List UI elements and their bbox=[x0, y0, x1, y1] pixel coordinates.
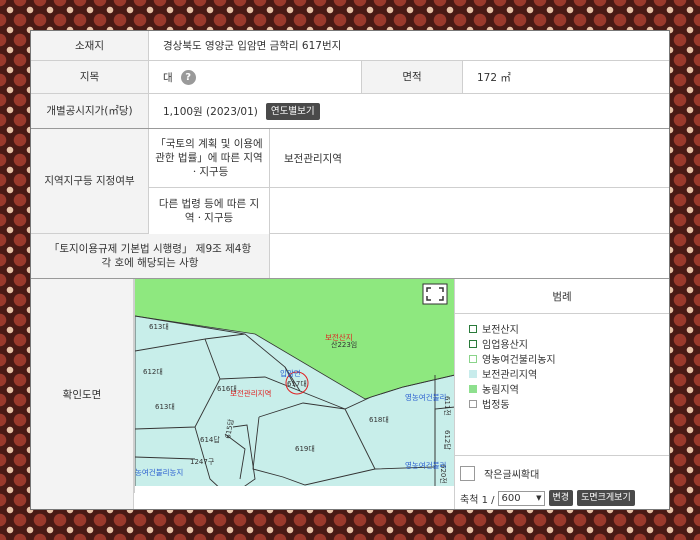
zoning-label: 지역지구등 지정여부 bbox=[31, 129, 149, 233]
jimok-value: 대 bbox=[163, 71, 173, 84]
legend-swatch bbox=[469, 354, 477, 363]
change-scale-button[interactable]: 변경 bbox=[548, 490, 574, 506]
map-bottom-strip bbox=[135, 486, 455, 493]
legend-item: 법정동 bbox=[469, 396, 669, 411]
zoning-sub2-label: 다른 법령 등에 따른 지역ㆍ지구등 bbox=[149, 188, 270, 234]
scale-select[interactable]: 600 ▼ bbox=[497, 490, 545, 506]
map-section-label: 확인도면 bbox=[31, 279, 134, 509]
label-613a: 613대 bbox=[149, 323, 169, 331]
parcel-map-svg: 613대 612대 616대 617대 613대 618대 619대 1247구… bbox=[135, 279, 455, 493]
label-agri-right2: 영농여건불리 bbox=[405, 460, 446, 470]
legend-swatch bbox=[469, 384, 477, 393]
legend-swatch bbox=[469, 324, 477, 333]
help-icon[interactable]: ? bbox=[180, 69, 196, 85]
scale-label: 축척 1 / bbox=[460, 494, 495, 506]
address-row: 소재지 경상북도 영양군 입암면 금학리 617번지 bbox=[31, 31, 669, 61]
legend-title: 범례 bbox=[455, 279, 669, 314]
chevron-down-icon: ▼ bbox=[536, 494, 542, 502]
zoom-text-label: 작은글씨확대 bbox=[484, 470, 540, 481]
legend-swatch bbox=[469, 339, 477, 348]
label-613b: 613대 bbox=[155, 403, 175, 411]
label-agri-right1: 영농여건불리 bbox=[405, 392, 446, 402]
address-label: 소재지 bbox=[31, 31, 149, 60]
legend-panel: 범례 보전산지 임업용산지 영농여건불리농지 보전관리지역 농림지역 법정동 작… bbox=[454, 279, 669, 509]
zoning-row: 지역지구등 지정여부 「국토의 계획 및 이용에 관한 법률」에 따른 지역ㆍ지… bbox=[31, 129, 669, 234]
label-618: 618대 bbox=[369, 416, 389, 424]
zoning-sub1-value: 보전관리지역 bbox=[270, 129, 669, 188]
label-parcel-name: 입암면 bbox=[280, 368, 301, 378]
jimok-value-cell: 대 ? bbox=[149, 61, 361, 93]
address-value: 경상북도 영양군 입암면 금학리 617번지 bbox=[163, 40, 342, 52]
legend-list: 보전산지 임업용산지 영농여건불리농지 보전관리지역 농림지역 법정동 bbox=[455, 314, 669, 411]
jimok-row: 지목 대 ? 면적 172 ㎡ bbox=[31, 61, 669, 94]
label-zone-mgmt: 보전관리지역 bbox=[230, 388, 271, 398]
label-1247: 1247구 bbox=[190, 458, 215, 466]
price-row: 개별공시지가(㎡당) 1,100원 (2023/01) 연도별보기 bbox=[31, 94, 669, 129]
land-use-plan-panel: 소재지 경상북도 영양군 입암면 금학리 617번지 지목 대 ? 면적 172… bbox=[30, 30, 670, 510]
enforcement-row: 「토지이용규제 기본법 시행령」 제9조 제4항 각 호에 해당되는 사항 bbox=[31, 234, 669, 279]
enforcement-value bbox=[270, 234, 669, 278]
yearly-view-button[interactable]: 연도별보기 bbox=[265, 102, 320, 120]
jimok-label: 지목 bbox=[31, 61, 149, 93]
legend-item: 보전산지 bbox=[469, 321, 669, 336]
label-617: 617대 bbox=[287, 380, 307, 388]
label-agri-left: 농여건불리농지 bbox=[135, 467, 183, 477]
fullscreen-icon[interactable] bbox=[422, 283, 448, 305]
map-controls: 작은글씨확대 축척 1 / 600 ▼ 변경 도면크게보기 bbox=[455, 455, 669, 506]
large-view-button[interactable]: 도면크게보기 bbox=[577, 490, 635, 506]
area-value: 172 ㎡ bbox=[477, 71, 511, 84]
label-619: 619대 bbox=[295, 445, 315, 453]
zoning-sub1-label: 「국토의 계획 및 이용에 관한 법률」에 따른 지역ㆍ지구등 bbox=[149, 129, 270, 188]
scale-row: 축척 1 / 600 ▼ 변경 도면크게보기 bbox=[460, 490, 669, 506]
area-label: 면적 bbox=[361, 61, 463, 93]
decorative-border: 소재지 경상북도 영양군 입암면 금학리 617번지 지목 대 ? 면적 172… bbox=[0, 0, 700, 540]
enforcement-label: 「토지이용규제 기본법 시행령」 제9조 제4항 각 호에 해당되는 사항 bbox=[31, 234, 270, 278]
zoom-text-checkbox[interactable] bbox=[460, 466, 475, 481]
zoning-sub2-value bbox=[270, 188, 669, 234]
price-value-cell: 1,100원 (2023/01) 연도별보기 bbox=[149, 94, 669, 128]
price-value: 1,100원 (2023/01) bbox=[163, 105, 258, 118]
scale-value: 600 bbox=[501, 492, 521, 504]
legend-swatch bbox=[469, 369, 477, 378]
price-label: 개별공시지가(㎡당) bbox=[31, 94, 149, 128]
zoom-text-row: 작은글씨확대 bbox=[460, 463, 669, 482]
legend-item: 영농여건불리농지 bbox=[469, 351, 669, 366]
label-614: 614답 bbox=[200, 435, 220, 444]
label-zone-forest: 보전산지 bbox=[325, 332, 353, 342]
legend-item: 임업용산지 bbox=[469, 336, 669, 351]
legend-item: 보전관리지역 bbox=[469, 366, 669, 381]
label-612: 612대 bbox=[143, 368, 163, 376]
legend-swatch bbox=[469, 399, 477, 408]
legend-item: 농림지역 bbox=[469, 381, 669, 396]
label-vert2: 612답 bbox=[443, 430, 452, 450]
parcel-map[interactable]: 613대 612대 616대 617대 613대 618대 619대 1247구… bbox=[134, 279, 455, 493]
